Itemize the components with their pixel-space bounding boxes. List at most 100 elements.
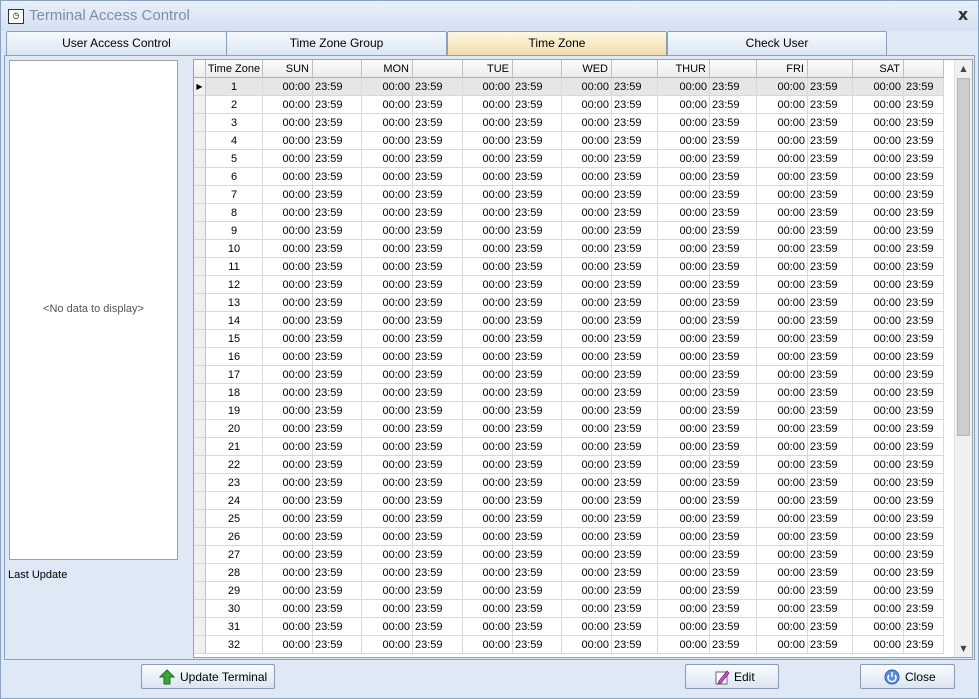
end-time-cell[interactable]: 23:59: [313, 402, 362, 420]
start-time-cell[interactable]: 00:00: [263, 330, 313, 348]
end-time-cell[interactable]: 23:59: [413, 312, 463, 330]
start-time-cell[interactable]: 00:00: [757, 474, 808, 492]
start-time-cell[interactable]: 00:00: [757, 78, 808, 96]
end-time-cell[interactable]: 23:59: [513, 456, 562, 474]
end-time-cell[interactable]: 23:59: [513, 402, 562, 420]
end-time-cell[interactable]: 23:59: [313, 330, 362, 348]
time-zone-id-cell[interactable]: 2: [206, 96, 263, 114]
time-zone-id-cell[interactable]: 31: [206, 618, 263, 636]
end-time-cell[interactable]: 23:59: [413, 384, 463, 402]
end-time-cell[interactable]: 23:59: [313, 600, 362, 618]
start-time-cell[interactable]: 00:00: [362, 600, 413, 618]
start-time-cell[interactable]: 00:00: [658, 366, 710, 384]
end-time-cell[interactable]: 23:59: [313, 510, 362, 528]
start-time-cell[interactable]: 00:00: [562, 186, 612, 204]
start-time-cell[interactable]: 00:00: [362, 456, 413, 474]
end-time-cell[interactable]: 23:59: [313, 204, 362, 222]
start-time-cell[interactable]: 00:00: [562, 294, 612, 312]
end-time-cell[interactable]: 23:59: [808, 474, 853, 492]
end-time-cell[interactable]: 23:59: [413, 150, 463, 168]
time-zone-id-cell[interactable]: 22: [206, 456, 263, 474]
start-time-cell[interactable]: 00:00: [757, 492, 808, 510]
end-time-cell[interactable]: 23:59: [612, 618, 658, 636]
start-time-cell[interactable]: 00:00: [362, 528, 413, 546]
start-time-cell[interactable]: 00:00: [362, 348, 413, 366]
start-time-cell[interactable]: 00:00: [757, 312, 808, 330]
end-time-cell[interactable]: 23:59: [513, 636, 562, 654]
row-indicator[interactable]: [194, 132, 206, 150]
row-indicator[interactable]: [194, 546, 206, 564]
start-time-cell[interactable]: 00:00: [757, 276, 808, 294]
scroll-up-icon[interactable]: ▲: [955, 60, 972, 77]
end-time-cell[interactable]: 23:59: [612, 276, 658, 294]
start-time-cell[interactable]: 00:00: [263, 402, 313, 420]
start-time-cell[interactable]: 00:00: [658, 384, 710, 402]
start-time-cell[interactable]: 00:00: [463, 348, 513, 366]
end-time-cell[interactable]: 23:59: [904, 510, 944, 528]
start-time-cell[interactable]: 00:00: [658, 402, 710, 420]
end-time-cell[interactable]: 23:59: [612, 366, 658, 384]
start-time-cell[interactable]: 00:00: [757, 582, 808, 600]
start-time-cell[interactable]: 00:00: [562, 204, 612, 222]
start-time-cell[interactable]: 00:00: [362, 168, 413, 186]
row-indicator[interactable]: [194, 618, 206, 636]
end-time-cell[interactable]: 23:59: [808, 222, 853, 240]
end-time-cell[interactable]: 23:59: [413, 186, 463, 204]
end-time-cell[interactable]: 23:59: [513, 618, 562, 636]
start-time-cell[interactable]: 00:00: [463, 132, 513, 150]
end-time-cell[interactable]: 23:59: [808, 150, 853, 168]
end-time-cell[interactable]: 23:59: [513, 384, 562, 402]
end-time-cell[interactable]: 23:59: [313, 348, 362, 366]
end-time-cell[interactable]: 23:59: [904, 384, 944, 402]
start-time-cell[interactable]: 00:00: [658, 348, 710, 366]
end-time-cell[interactable]: 23:59: [612, 564, 658, 582]
end-time-cell[interactable]: 23:59: [612, 258, 658, 276]
end-time-cell[interactable]: 23:59: [904, 366, 944, 384]
end-time-cell[interactable]: 23:59: [313, 564, 362, 582]
end-time-cell[interactable]: 23:59: [413, 438, 463, 456]
start-time-cell[interactable]: 00:00: [463, 528, 513, 546]
end-time-cell[interactable]: 23:59: [313, 258, 362, 276]
row-indicator[interactable]: [194, 456, 206, 474]
end-time-cell[interactable]: 23:59: [904, 582, 944, 600]
row-indicator[interactable]: [194, 276, 206, 294]
start-time-cell[interactable]: 00:00: [263, 384, 313, 402]
end-time-cell[interactable]: 23:59: [413, 402, 463, 420]
start-time-cell[interactable]: 00:00: [463, 546, 513, 564]
end-time-cell[interactable]: 23:59: [413, 492, 463, 510]
time-zone-id-cell[interactable]: 25: [206, 510, 263, 528]
time-zone-id-cell[interactable]: 12: [206, 276, 263, 294]
start-time-cell[interactable]: 00:00: [362, 240, 413, 258]
end-time-cell[interactable]: 23:59: [413, 528, 463, 546]
time-zone-id-cell[interactable]: 32: [206, 636, 263, 654]
end-time-cell[interactable]: 23:59: [313, 618, 362, 636]
start-time-cell[interactable]: 00:00: [463, 420, 513, 438]
end-time-cell[interactable]: 23:59: [313, 636, 362, 654]
start-time-cell[interactable]: 00:00: [757, 402, 808, 420]
start-time-cell[interactable]: 00:00: [562, 600, 612, 618]
time-zone-id-cell[interactable]: 14: [206, 312, 263, 330]
start-time-cell[interactable]: 00:00: [263, 240, 313, 258]
end-time-cell[interactable]: 23:59: [413, 222, 463, 240]
time-zone-id-cell[interactable]: 27: [206, 546, 263, 564]
start-time-cell[interactable]: 00:00: [562, 564, 612, 582]
end-time-cell[interactable]: 23:59: [313, 546, 362, 564]
end-time-cell[interactable]: 23:59: [808, 600, 853, 618]
start-time-cell[interactable]: 00:00: [263, 132, 313, 150]
end-time-cell[interactable]: 23:59: [413, 96, 463, 114]
start-time-cell[interactable]: 00:00: [562, 258, 612, 276]
start-time-cell[interactable]: 00:00: [562, 456, 612, 474]
start-time-cell[interactable]: 00:00: [263, 456, 313, 474]
start-time-cell[interactable]: 00:00: [562, 348, 612, 366]
end-time-cell[interactable]: 23:59: [513, 492, 562, 510]
end-time-cell[interactable]: 23:59: [413, 546, 463, 564]
start-time-cell[interactable]: 00:00: [853, 96, 904, 114]
start-time-cell[interactable]: 00:00: [658, 96, 710, 114]
end-time-cell[interactable]: 23:59: [710, 618, 757, 636]
start-time-cell[interactable]: 00:00: [362, 294, 413, 312]
start-time-cell[interactable]: 00:00: [658, 312, 710, 330]
end-time-cell[interactable]: 23:59: [413, 330, 463, 348]
end-time-cell[interactable]: 23:59: [313, 456, 362, 474]
time-zone-id-cell[interactable]: 26: [206, 528, 263, 546]
start-time-cell[interactable]: 00:00: [562, 312, 612, 330]
